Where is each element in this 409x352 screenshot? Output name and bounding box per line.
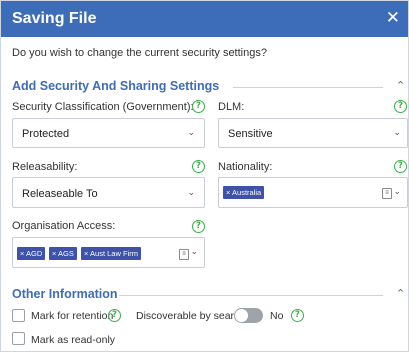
chevron-down-icon: ⌄ — [187, 188, 195, 198]
help-icon[interactable]: ? — [291, 309, 304, 322]
nationality-label: Nationality: — [218, 161, 273, 173]
close-icon[interactable]: ✕ — [386, 8, 400, 28]
security-section-title: Add Security And Sharing Settings — [12, 79, 220, 93]
organisation-chip[interactable]: × AGD — [17, 247, 46, 260]
help-icon[interactable]: ? — [394, 160, 407, 173]
security-question: Do you wish to change the current securi… — [12, 47, 267, 59]
dialog-title: Saving File — [12, 10, 97, 27]
clear-selection-icon[interactable]: ≡ — [382, 188, 392, 199]
dialog-titlebar: Saving File ✕ — [1, 1, 408, 37]
discoverable-label: Discoverable by search — [136, 310, 246, 322]
collapse-other-icon[interactable]: ⌃ — [396, 287, 405, 300]
section-divider — [119, 295, 383, 296]
toggle-knob — [235, 309, 248, 322]
security-classification-value: Protected — [22, 128, 70, 140]
help-icon[interactable]: ? — [394, 100, 407, 113]
security-classification-label: Security Classification (Government): — [12, 101, 194, 113]
help-icon[interactable]: ? — [192, 160, 205, 173]
discoverable-state: No — [270, 310, 284, 322]
nationality-chip[interactable]: × Australia — [223, 186, 265, 199]
security-classification-select[interactable]: Protected ⌄ — [12, 118, 205, 148]
chevron-down-icon: ⌄ — [187, 128, 195, 138]
releasability-label: Releasability: — [12, 161, 78, 173]
mark-read-only-checkbox[interactable] — [12, 332, 25, 345]
section-divider — [233, 87, 383, 88]
other-section-title: Other Information — [12, 287, 118, 301]
clear-selection-icon[interactable]: ≡ — [179, 249, 189, 260]
mark-for-retention-label: Mark for retention — [31, 310, 114, 322]
organisation-access-label: Organisation Access: — [12, 220, 116, 232]
dlm-select[interactable]: Sensitive ⌄ — [218, 118, 408, 148]
chevron-down-icon: ⌄ — [393, 187, 401, 197]
mark-for-retention-checkbox[interactable] — [12, 309, 25, 322]
collapse-security-icon[interactable]: ⌃ — [396, 79, 405, 92]
mark-read-only-label: Mark as read-only — [31, 334, 116, 346]
nationality-multiselect[interactable]: × Australia ≡ ⌄ — [218, 177, 408, 208]
organisation-chip[interactable]: × AGS — [49, 247, 77, 260]
help-icon[interactable]: ? — [108, 309, 121, 322]
help-icon[interactable]: ? — [192, 100, 205, 113]
help-icon[interactable]: ? — [192, 220, 205, 233]
organisation-chip[interactable]: × Aust Law Firm — [81, 247, 141, 260]
releasability-select[interactable]: Releaseable To ⌄ — [12, 177, 205, 208]
dlm-label: DLM: — [218, 101, 245, 113]
dlm-value: Sensitive — [228, 128, 273, 140]
organisation-access-multiselect[interactable]: × AGD × AGS × Aust Law Firm ≡ ⌄ — [12, 237, 205, 268]
discoverable-toggle[interactable] — [234, 308, 263, 323]
chevron-down-icon: ⌄ — [190, 247, 198, 257]
releasability-value: Releaseable To — [22, 188, 98, 200]
chevron-down-icon: ⌄ — [393, 128, 401, 138]
